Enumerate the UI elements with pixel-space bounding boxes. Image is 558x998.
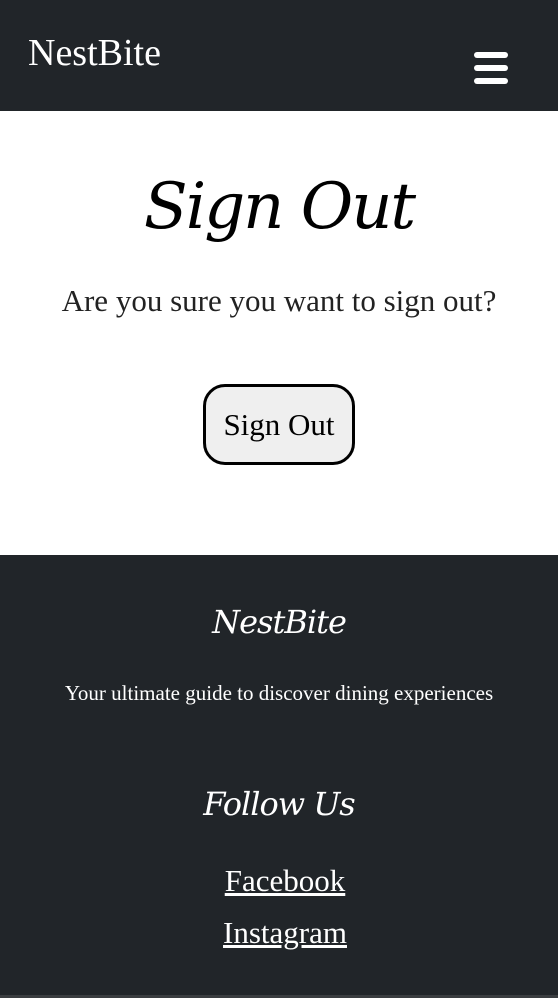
menu-bar-bottom: [474, 78, 508, 84]
menu-bar-top: [474, 52, 508, 58]
footer-tagline: Your ultimate guide to discover dining e…: [64, 681, 494, 705]
instagram-link[interactable]: Instagram: [0, 913, 558, 953]
footer-brand: NestBite: [212, 603, 347, 641]
page-title: Sign Out: [143, 170, 416, 244]
follow-us-heading: Follow Us: [203, 785, 355, 823]
sign-out-button[interactable]: Sign Out: [203, 384, 355, 465]
navbar: NestBite: [0, 0, 558, 111]
facebook-link[interactable]: Facebook: [0, 861, 558, 901]
brand-logo-link[interactable]: NestBite: [28, 30, 161, 76]
confirm-text: Are you sure you want to sign out?: [61, 283, 497, 318]
hamburger-menu-icon[interactable]: [468, 48, 514, 88]
menu-bar-middle: [474, 65, 508, 71]
signout-section: Sign Out Are you sure you want to sign o…: [0, 111, 558, 555]
footer: NestBite Your ultimate guide to discover…: [0, 555, 558, 998]
